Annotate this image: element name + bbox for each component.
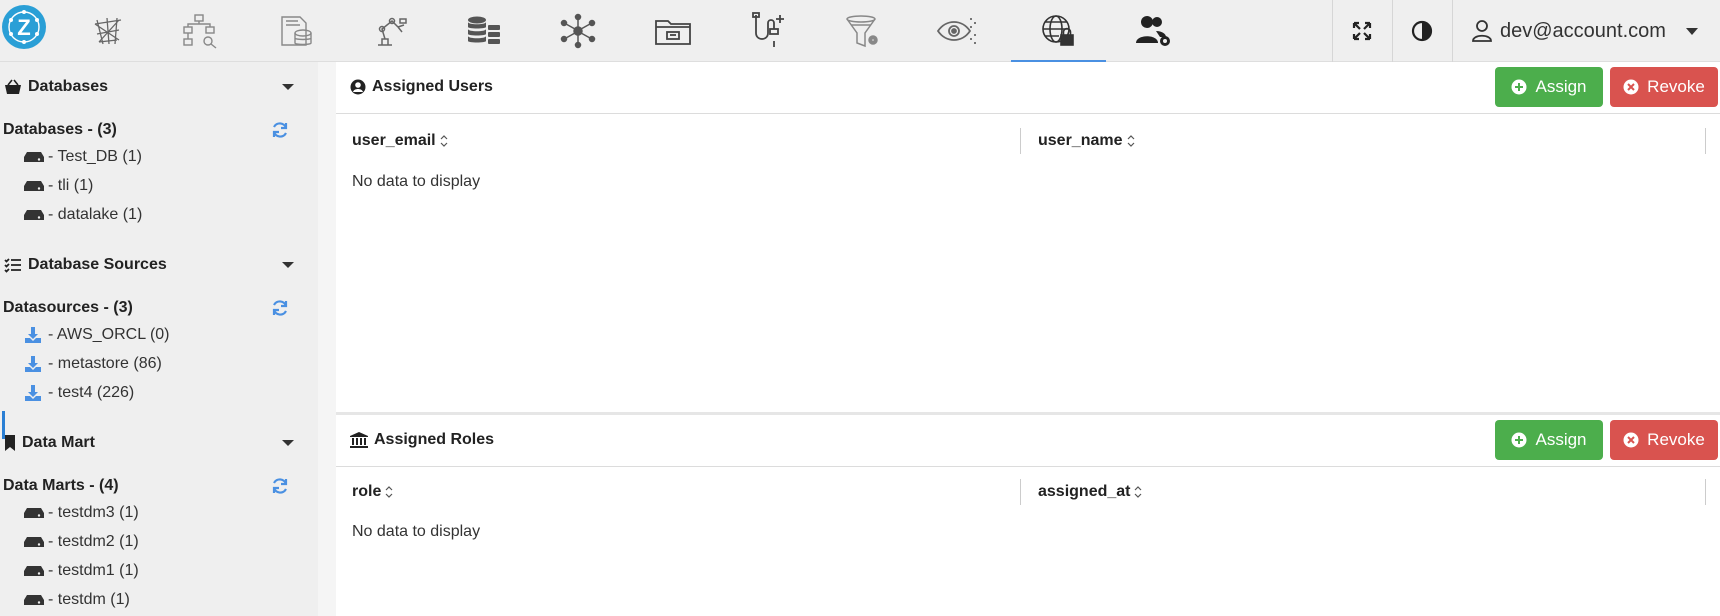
refresh-icon[interactable] [271,299,289,322]
nav-globe-lock-icon[interactable] [1011,0,1106,63]
tree-item-database[interactable]: - Test_DB (1) [24,144,142,170]
caret-down-icon[interactable] [282,84,294,90]
column-divider[interactable] [1705,479,1706,505]
toolbar-divider [1452,0,1453,62]
tree-item-datamart[interactable]: - testdm1 (1) [24,558,139,584]
plus-circle-icon [1511,79,1527,95]
group-label: Databases - (3) [3,121,117,138]
download-icon [24,384,44,402]
fullscreen-icon[interactable] [1332,0,1392,62]
hdd-icon [24,594,44,606]
times-circle-icon [1623,79,1639,95]
assign-user-button[interactable]: Assign [1495,67,1603,107]
revoke-user-button[interactable]: Revoke [1610,67,1718,107]
column-divider[interactable] [1705,128,1706,154]
tree-item-database[interactable]: - datalake (1) [24,202,142,228]
refresh-icon[interactable] [271,477,289,500]
tasks-list-icon [4,257,22,273]
sidebar: Databases Databases - (3) - Test_DB (1) … [0,62,318,616]
nav-robot-arm-icon[interactable] [342,0,437,62]
empty-message: No data to display [352,523,481,540]
assigned-roles-header: Assigned Roles Assign Revoke [336,415,1720,467]
chevron-down-icon [1685,27,1698,35]
column-divider[interactable] [1020,128,1021,154]
caret-down-icon[interactable] [282,440,294,446]
group-label: Data Marts - (4) [3,477,119,494]
nav-pipeline-icon[interactable] [720,0,815,62]
column-header-user-name[interactable]: user_name [1038,121,1135,161]
hdd-icon [24,151,44,163]
hdd-icon [24,209,44,221]
bank-icon [350,432,368,448]
nav-users-gear-icon[interactable] [1106,0,1201,62]
hdd-icon [24,507,44,519]
user-email: dev@account.com [1500,19,1666,42]
download-icon [24,355,44,373]
tree-item-datasource[interactable]: - test4 (226) [24,380,134,406]
hdd-icon [24,565,44,577]
panel-title: Assigned Roles [350,431,494,449]
user-menu[interactable]: dev@account.com [1460,0,1720,62]
tree-item-datamart[interactable]: - testdm3 (1) [24,500,139,526]
assign-role-button[interactable]: Assign [1495,420,1603,460]
basket-icon [4,79,22,95]
tree-item-datamart[interactable]: - testdm2 (1) [24,529,139,555]
assigned-users-header: Assigned Users Assign Revoke [336,62,1720,114]
group-datasources[interactable]: Datasources - (3) [3,296,303,320]
svg-text:Z: Z [17,15,30,40]
section-database-sources[interactable]: Database Sources [4,252,294,278]
plus-circle-icon [1511,432,1527,448]
revoke-role-button[interactable]: Revoke [1610,420,1718,460]
group-data-marts[interactable]: Data Marts - (4) [3,474,303,498]
column-divider[interactable] [1020,479,1021,505]
empty-message: No data to display [352,173,481,190]
sort-icon[interactable] [385,485,393,499]
user-circle-icon [350,79,366,95]
sort-icon[interactable] [440,134,448,148]
column-header-assigned-at[interactable]: assigned_at [1038,472,1142,512]
nav-network-graph-icon[interactable] [60,0,155,62]
tree-item-datamart[interactable]: - testdm (1) [24,587,130,613]
download-icon [24,326,44,344]
section-label: Data Mart [22,434,95,451]
nav-database-stack-icon[interactable] [436,0,531,62]
group-label: Datasources - (3) [3,299,133,316]
nav-hub-network-icon[interactable] [530,0,625,62]
hdd-icon [24,536,44,548]
user-icon [1472,20,1492,42]
column-header-role[interactable]: role [352,472,393,512]
section-data-mart[interactable]: Data Mart [4,430,294,456]
refresh-icon[interactable] [271,121,289,144]
section-label: Database Sources [28,256,167,273]
group-databases[interactable]: Databases - (3) [3,118,303,142]
tree-item-datasource[interactable]: - AWS_ORCL (0) [24,322,170,348]
bookmark-icon [4,435,16,451]
panel-title: Assigned Users [350,78,493,96]
times-circle-icon [1623,432,1639,448]
app-logo[interactable]: Z [2,5,46,49]
section-label: Databases [28,78,109,95]
nav-docs-database-icon[interactable] [248,0,343,62]
nav-eye-scan-icon[interactable] [910,0,1005,62]
tree-item-datasource[interactable]: - metastore (86) [24,351,162,377]
sort-icon[interactable] [1127,134,1135,148]
nav-folder-archive-icon[interactable] [625,0,720,62]
hdd-icon [24,180,44,192]
sidebar-scrollbar[interactable] [318,62,336,616]
tree-item-database[interactable]: - tli (1) [24,173,93,199]
caret-down-icon[interactable] [282,262,294,268]
top-navbar: Z dev@account.com [0,0,1720,63]
column-header-user-email[interactable]: user_email [352,121,448,161]
nav-hierarchy-search-icon[interactable] [152,0,247,62]
sort-icon[interactable] [1134,485,1142,499]
contrast-toggle-icon[interactable] [1392,0,1452,62]
section-databases[interactable]: Databases [4,74,294,100]
nav-funnel-gear-icon[interactable] [815,0,910,62]
